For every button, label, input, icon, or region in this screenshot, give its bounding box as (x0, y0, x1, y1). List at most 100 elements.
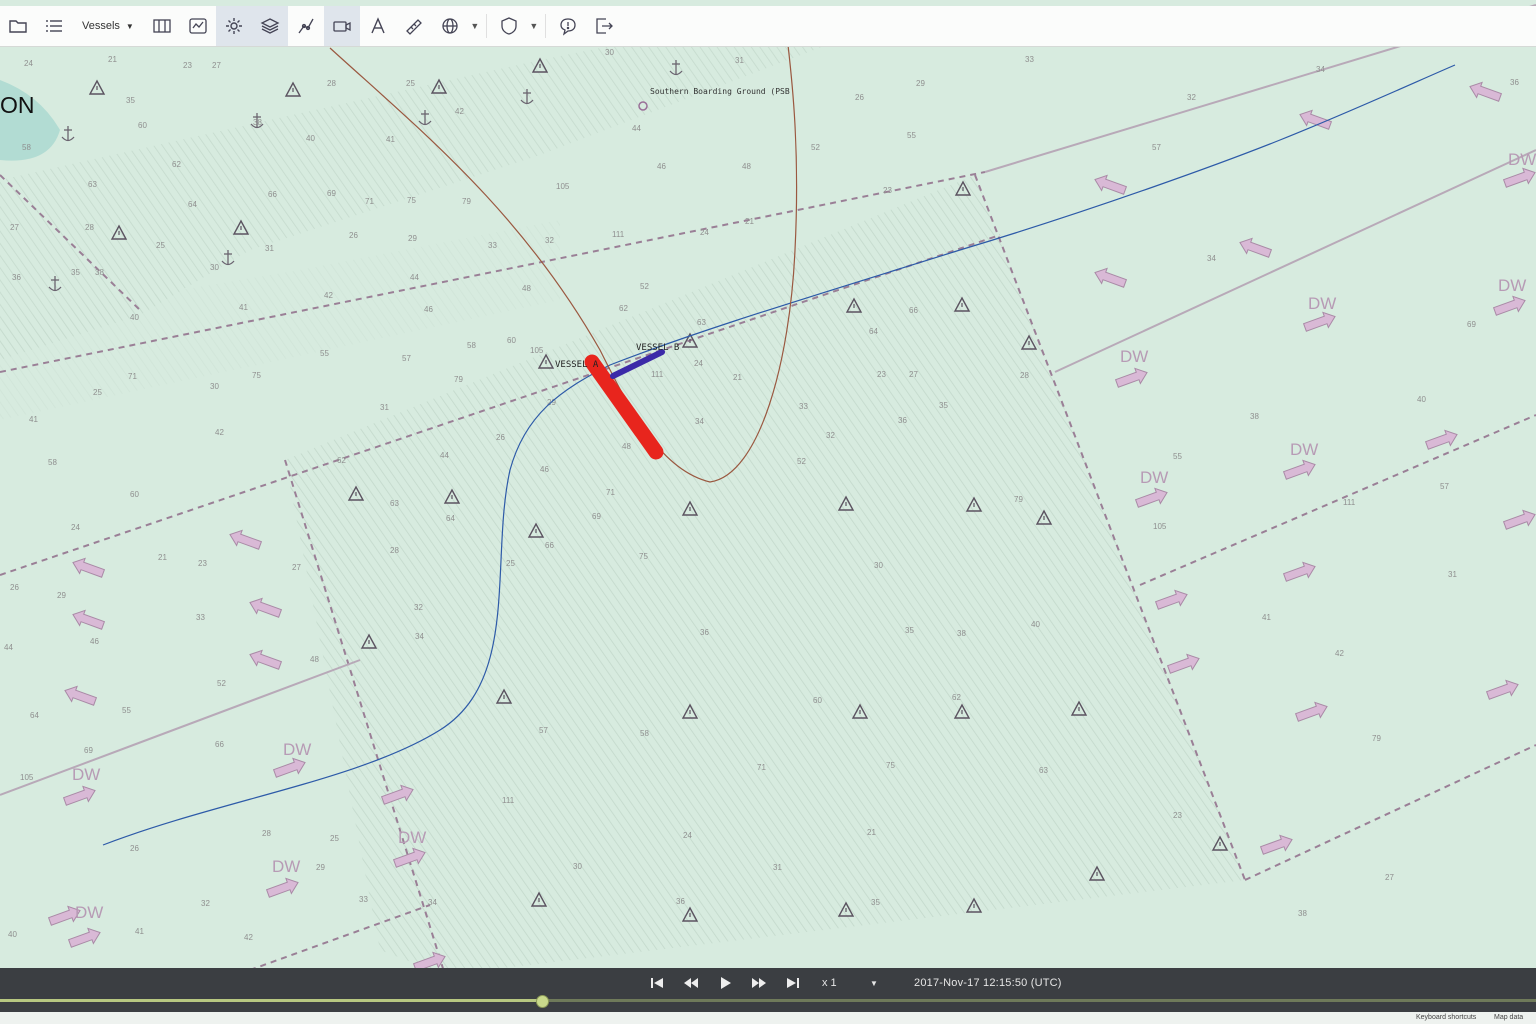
deep-water-label: DW (1308, 294, 1336, 313)
play-icon (721, 977, 731, 989)
depth-sounding: 71 (365, 197, 374, 206)
depth-sounding: 24 (71, 523, 80, 532)
status-footer: Keyboard shortcuts Map data (0, 1012, 1536, 1024)
folder-icon[interactable] (0, 6, 36, 46)
depth-sounding: 34 (695, 417, 704, 426)
skip-to-start-button[interactable] (640, 968, 674, 998)
depth-sounding: 60 (138, 121, 147, 130)
depth-sounding: 46 (424, 305, 433, 314)
globe-icon[interactable] (432, 6, 468, 46)
depth-sounding: 52 (811, 143, 820, 152)
depth-sounding: 21 (108, 55, 117, 64)
depth-sounding: 58 (467, 341, 476, 350)
depth-sounding: 30 (605, 48, 614, 57)
depth-sounding: 31 (380, 403, 389, 412)
depth-sounding: 25 (406, 79, 415, 88)
depth-sounding: 62 (952, 693, 961, 702)
depth-sounding: 28 (1020, 371, 1029, 380)
depth-sounding: 41 (29, 415, 38, 424)
depth-sounding: 60 (813, 696, 822, 705)
depth-sounding: 63 (1039, 766, 1048, 775)
shield-icon[interactable] (491, 6, 527, 46)
depth-sounding: 21 (733, 373, 742, 382)
depth-sounding: 21 (745, 217, 754, 226)
depth-sounding: 33 (799, 402, 808, 411)
route-icon[interactable] (288, 6, 324, 46)
depth-sounding: 105 (556, 182, 570, 191)
skip-to-end-button[interactable] (776, 968, 810, 998)
depth-sounding: 71 (606, 488, 615, 497)
text-tool-icon[interactable] (360, 6, 396, 46)
depth-sounding: 21 (158, 553, 167, 562)
speed-dropdown-caret[interactable]: ▼ (870, 979, 890, 988)
chat-icon[interactable] (550, 6, 586, 46)
depth-sounding: 23 (1173, 811, 1182, 820)
depth-sounding: 52 (797, 457, 806, 466)
ruler-icon[interactable] (396, 6, 432, 46)
vessel-a-label: VESSEL A (555, 360, 599, 370)
depth-sounding: 23 (198, 559, 207, 568)
depth-sounding: 75 (886, 761, 895, 770)
depth-sounding: 105 (530, 346, 544, 355)
depth-sounding: 36 (898, 416, 907, 425)
deep-water-label: DW (398, 828, 426, 847)
depth-sounding: 38 (253, 118, 262, 127)
fast-forward-button[interactable] (742, 968, 776, 998)
depth-sounding: 48 (622, 442, 631, 451)
depth-sounding: 62 (619, 304, 628, 313)
depth-sounding: 79 (454, 375, 463, 384)
vessels-dropdown-label: Vessels (82, 20, 120, 32)
depth-sounding: 27 (10, 223, 19, 232)
vessels-dropdown[interactable]: Vessels ▼ (72, 6, 144, 46)
layers-icon[interactable] (251, 6, 288, 46)
depth-sounding: 57 (539, 726, 548, 735)
depth-sounding: 60 (507, 336, 516, 345)
depth-sounding: 25 (93, 388, 102, 397)
depth-sounding: 29 (57, 591, 66, 600)
depth-sounding: 35 (126, 96, 135, 105)
depth-sounding: 33 (488, 241, 497, 250)
depth-sounding: 32 (1187, 93, 1196, 102)
depth-sounding: 42 (1335, 649, 1344, 658)
depth-sounding: 28 (85, 223, 94, 232)
depth-sounding: 44 (4, 643, 13, 652)
depth-sounding: 35 (71, 268, 80, 277)
deep-water-label: DW (283, 740, 311, 759)
depth-sounding: 57 (1152, 143, 1161, 152)
depth-sounding: 34 (428, 898, 437, 907)
depth-sounding: 32 (414, 603, 423, 612)
depth-sounding: 31 (265, 244, 274, 253)
rewind-button[interactable] (674, 968, 708, 998)
toolbar-divider (544, 14, 546, 38)
depth-sounding: 31 (735, 56, 744, 65)
settings-gear-icon[interactable] (215, 6, 252, 46)
depth-sounding: 29 (916, 79, 925, 88)
play-button[interactable] (708, 968, 742, 998)
depth-sounding: 111 (612, 230, 625, 239)
exit-icon[interactable] (586, 6, 622, 46)
nautical-chart[interactable]: 24 21 23 27 28 25 30 31 26 29 33 32 34 36 35 38 40 41 42 44… (0, 0, 1536, 1024)
playback-speed[interactable]: x 1 (822, 977, 862, 989)
depth-sounding: 69 (84, 746, 93, 755)
globe-menu-caret[interactable]: ▼ (468, 6, 482, 46)
map-book-icon[interactable] (144, 6, 180, 46)
depth-sounding: 111 (1343, 498, 1356, 507)
depth-sounding: 66 (909, 306, 918, 315)
chart-catalog-icon[interactable] (180, 6, 216, 46)
depth-sounding: 71 (757, 763, 766, 772)
depth-sounding: 63 (88, 180, 97, 189)
vessel-b-label: VESSEL B (636, 343, 680, 353)
depth-sounding: 52 (217, 679, 226, 688)
list-icon[interactable] (36, 6, 72, 46)
timeline-scrubber-handle[interactable] (535, 995, 549, 1008)
depth-sounding: 55 (122, 706, 131, 715)
depth-sounding: 41 (386, 135, 395, 144)
timeline-track[interactable] (0, 995, 1536, 1008)
keyboard-shortcuts-link[interactable]: Keyboard shortcuts (1416, 1014, 1476, 1021)
depth-sounding: 63 (390, 499, 399, 508)
map-data-link[interactable]: Map data (1494, 1014, 1523, 1021)
shield-menu-caret[interactable]: ▼ (527, 6, 541, 46)
camera-icon[interactable] (323, 6, 360, 46)
deep-water-label: DW (1290, 440, 1318, 459)
depth-sounding: 27 (292, 563, 301, 572)
